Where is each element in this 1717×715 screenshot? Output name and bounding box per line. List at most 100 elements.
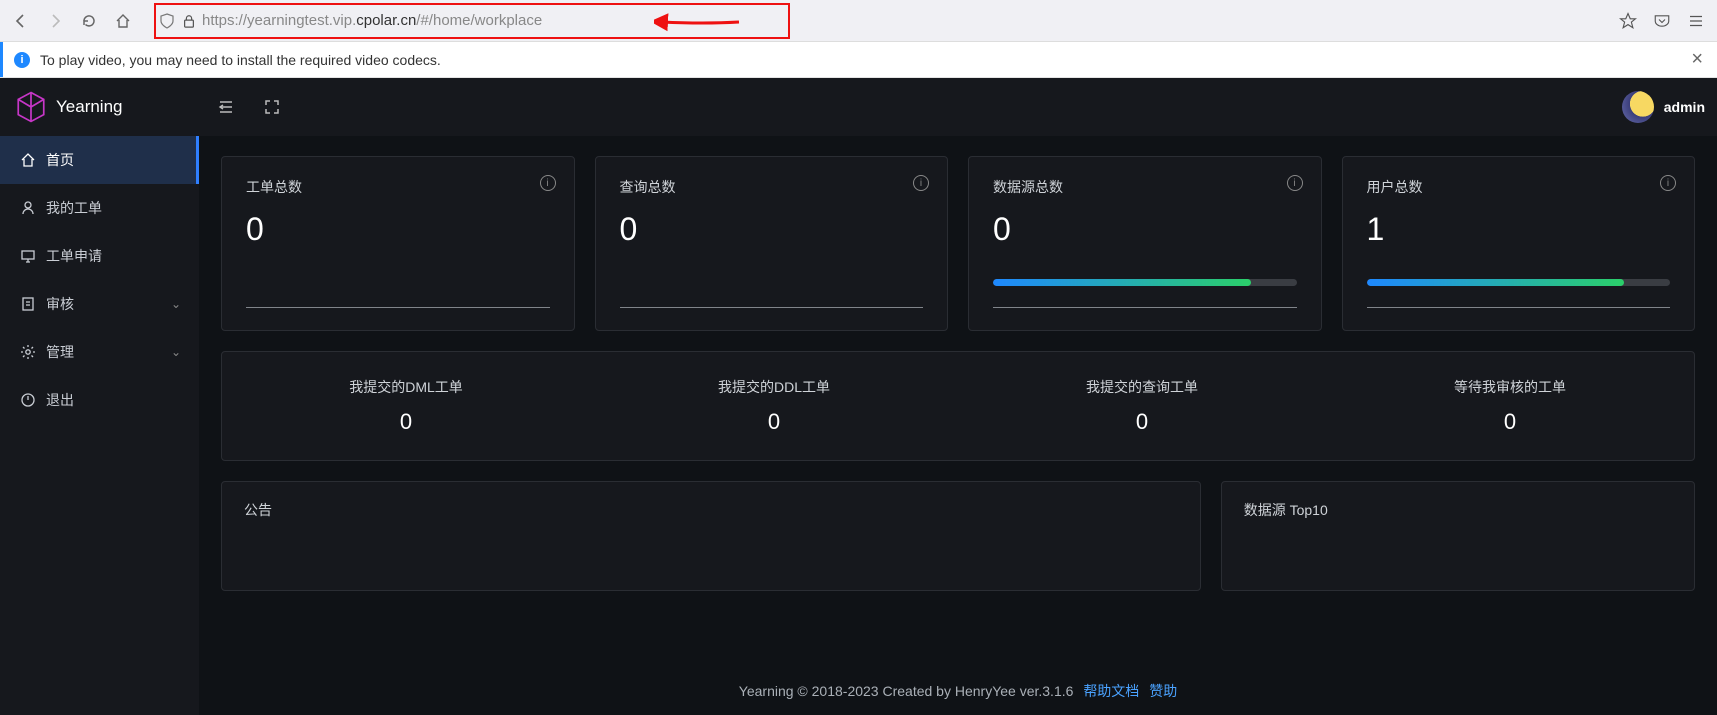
sidebar-item-logout[interactable]: 退出 (0, 376, 199, 424)
stat-title: 工单总数 (246, 177, 550, 197)
stat-value: 0 (993, 211, 1297, 248)
user-icon (20, 200, 36, 216)
progress-track (993, 279, 1297, 286)
codec-message: To play video, you may need to install t… (40, 52, 441, 68)
logo-icon (14, 90, 48, 124)
sidebar-item-label: 审核 (46, 294, 74, 314)
mid-value: 0 (400, 409, 412, 435)
lock-icon (180, 12, 198, 30)
pocket-button[interactable] (1647, 6, 1677, 36)
app-root: Yearning 首页 我的工单 工单申请 审核 ⌄ 管理 (0, 78, 1717, 715)
sidebar-item-home[interactable]: 首页 (0, 136, 199, 184)
close-codec-bar[interactable]: × (1691, 48, 1703, 71)
divider (1367, 307, 1671, 308)
topbar: admin (199, 78, 1717, 136)
chevron-down-icon: ⌄ (171, 345, 181, 359)
logo[interactable]: Yearning (0, 78, 199, 136)
url-prefix: https://yearningtest.vip. (202, 12, 356, 29)
sidebar-item-label: 退出 (46, 390, 74, 410)
stat-row: 工单总数 i 0 查询总数 i 0 数据源总数 i 0 (221, 156, 1695, 331)
nav: 首页 我的工单 工单申请 审核 ⌄ 管理 ⌄ 退出 (0, 136, 199, 424)
home-button[interactable] (108, 6, 138, 36)
mid-label: 我提交的DML工单 (349, 377, 463, 397)
info-icon[interactable]: i (1287, 175, 1303, 191)
mid-value: 0 (1504, 409, 1516, 435)
stat-card-orders: 工单总数 i 0 (221, 156, 575, 331)
info-icon[interactable]: i (913, 175, 929, 191)
sidebar-item-label: 我的工单 (46, 198, 102, 218)
url-text: https://yearningtest.vip.cpolar.cn/#/hom… (202, 12, 542, 29)
divider (620, 307, 924, 308)
mid-cell-ddl: 我提交的DDL工单 0 (590, 352, 958, 460)
mid-value: 0 (768, 409, 780, 435)
footer-text: Yearning © 2018-2023 Created by HenryYee… (739, 683, 1074, 699)
info-icon: i (14, 52, 30, 68)
stat-card-users: 用户总数 i 1 (1342, 156, 1696, 331)
sidebar-item-label: 首页 (46, 150, 74, 170)
collapse-sidebar-button[interactable] (203, 84, 249, 130)
clipboard-icon (20, 296, 36, 312)
monitor-icon (20, 248, 36, 264)
mid-cell-dml: 我提交的DML工单 0 (222, 352, 590, 460)
mid-cell-audit: 等待我审核的工单 0 (1326, 352, 1694, 460)
mid-label: 等待我审核的工单 (1454, 377, 1566, 397)
bookmark-button[interactable] (1613, 6, 1643, 36)
codec-info-bar: i To play video, you may need to install… (0, 42, 1717, 78)
footer: Yearning © 2018-2023 Created by HenryYee… (199, 681, 1717, 701)
back-button[interactable] (6, 6, 36, 36)
mid-value: 0 (1136, 409, 1148, 435)
shield-icon (158, 12, 176, 30)
avatar[interactable] (1622, 91, 1654, 123)
mid-row: 我提交的DML工单 0 我提交的DDL工单 0 我提交的查询工单 0 等待我审核… (221, 351, 1695, 461)
sidebar-item-order-apply[interactable]: 工单申请 (0, 232, 199, 280)
stat-title: 数据源总数 (993, 177, 1297, 197)
user-name: admin (1664, 99, 1705, 115)
sidebar: Yearning 首页 我的工单 工单申请 审核 ⌄ 管理 (0, 78, 199, 715)
stat-title: 查询总数 (620, 177, 924, 197)
content: 工单总数 i 0 查询总数 i 0 数据源总数 i 0 (199, 136, 1717, 715)
logout-icon (20, 392, 36, 408)
fullscreen-button[interactable] (249, 84, 295, 130)
info-icon[interactable]: i (1660, 175, 1676, 191)
main: admin 工单总数 i 0 查询总数 i 0 数据源总数 (199, 78, 1717, 715)
reload-button[interactable] (74, 6, 104, 36)
footer-link-sponsor[interactable]: 赞助 (1149, 683, 1177, 699)
stat-card-datasources: 数据源总数 i 0 (968, 156, 1322, 331)
sidebar-item-label: 管理 (46, 342, 74, 362)
chevron-down-icon: ⌄ (171, 297, 181, 311)
progress-fill (993, 279, 1251, 286)
home-icon (20, 152, 36, 168)
footer-link-help[interactable]: 帮助文档 (1083, 683, 1139, 699)
url-bar[interactable]: https://yearningtest.vip.cpolar.cn/#/hom… (150, 5, 1601, 37)
mid-label: 我提交的查询工单 (1086, 377, 1198, 397)
forward-button[interactable] (40, 6, 70, 36)
stat-value: 0 (246, 211, 550, 248)
browser-toolbar: https://yearningtest.vip.cpolar.cn/#/hom… (0, 0, 1717, 42)
mid-label: 我提交的DDL工单 (718, 377, 830, 397)
panel-announcement: 公告 (221, 481, 1201, 591)
sidebar-item-audit[interactable]: 审核 ⌄ (0, 280, 199, 328)
panel-title: 数据源 Top10 (1244, 502, 1328, 518)
mid-cell-query: 我提交的查询工单 0 (958, 352, 1326, 460)
stat-value: 1 (1367, 211, 1671, 248)
stat-value: 0 (620, 211, 924, 248)
sidebar-item-manage[interactable]: 管理 ⌄ (0, 328, 199, 376)
bottom-row: 公告 数据源 Top10 (221, 481, 1695, 591)
divider (993, 307, 1297, 308)
sidebar-item-my-orders[interactable]: 我的工单 (0, 184, 199, 232)
info-accent (0, 42, 3, 77)
panel-top10: 数据源 Top10 (1221, 481, 1695, 591)
panel-title: 公告 (244, 502, 272, 518)
app-menu-button[interactable] (1681, 6, 1711, 36)
gear-icon (20, 344, 36, 360)
url-path: /#/home/workplace (416, 12, 542, 29)
divider (246, 307, 550, 308)
url-domain: cpolar.cn (356, 12, 416, 29)
logo-text: Yearning (56, 97, 123, 117)
stat-title: 用户总数 (1367, 177, 1671, 197)
progress-track (1367, 279, 1671, 286)
progress-fill (1367, 279, 1625, 286)
stat-card-queries: 查询总数 i 0 (595, 156, 949, 331)
sidebar-item-label: 工单申请 (46, 246, 102, 266)
info-icon[interactable]: i (540, 175, 556, 191)
